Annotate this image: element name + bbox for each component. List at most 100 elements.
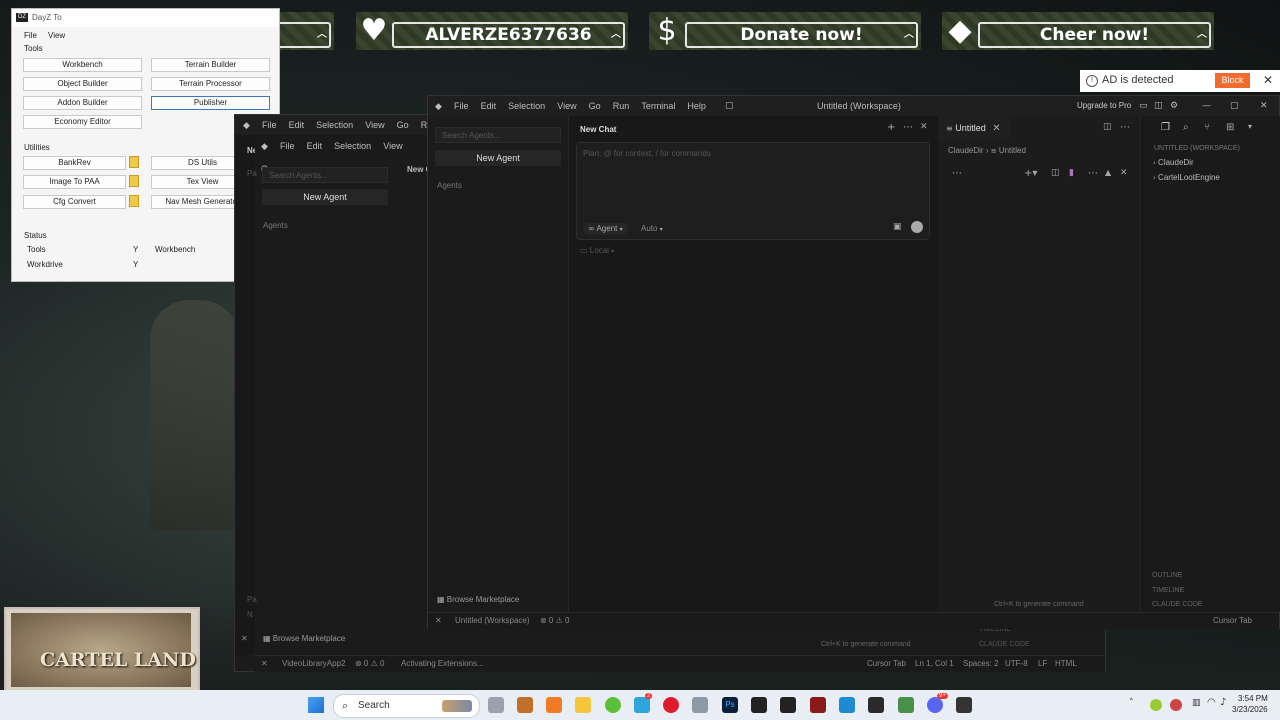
close-panel-icon[interactable]: ✕	[1120, 168, 1128, 178]
panel-icon[interactable]: ◫	[1154, 96, 1163, 116]
vscode-icon[interactable]	[839, 697, 855, 713]
menu-file[interactable]: File	[24, 31, 37, 40]
nested-menu-file[interactable]: File	[280, 141, 295, 151]
clock-time[interactable]: 3:54 PM	[1238, 694, 1268, 703]
cursor-app-icon[interactable]	[868, 697, 884, 713]
app-icon-1[interactable]	[517, 697, 533, 713]
explorer-chevron-icon[interactable]: ▾	[1248, 122, 1252, 131]
front-remote-icon[interactable]: ✕	[435, 613, 442, 629]
front-menu-edit[interactable]: Edit	[481, 101, 497, 111]
maximize-icon[interactable]: ▢	[1230, 96, 1239, 116]
new-agent-button[interactable]: New Agent	[435, 150, 561, 166]
back-browse-marketplace[interactable]: ▦ Browse Marketplace	[263, 634, 345, 643]
app-icon-5[interactable]	[898, 697, 914, 713]
back-menu-selection[interactable]: Selection	[316, 120, 353, 130]
tray-network-icon[interactable]: ▥	[1192, 698, 1201, 708]
file-explorer-icon[interactable]	[575, 697, 591, 713]
panel-more-icon[interactable]: ⋯	[952, 168, 962, 179]
front-menu-file[interactable]: File	[454, 101, 469, 111]
image-to-paa-folder-icon[interactable]	[129, 175, 139, 187]
toggle-sidebar-icon[interactable]: ▢	[725, 96, 734, 116]
breadcrumb-claudedir[interactable]: ClaudeDir	[948, 146, 984, 155]
trash-icon[interactable]: ▮	[1069, 168, 1074, 178]
dzl-icon[interactable]	[810, 697, 826, 713]
close-window-icon[interactable]: ✕	[1260, 96, 1268, 116]
nested-menu-edit[interactable]: Edit	[307, 141, 323, 151]
upgrade-to-pro-link[interactable]: Upgrade to Pro	[1077, 96, 1131, 116]
back-remote-icon[interactable]: ✕	[261, 656, 268, 672]
back-status-cursor-tab[interactable]: Cursor Tab	[867, 656, 906, 672]
model-select[interactable]: Auto ▾	[641, 223, 663, 236]
front-status-cursor-tab[interactable]: Cursor Tab	[1213, 613, 1252, 629]
minimize-icon[interactable]: —	[1202, 96, 1211, 116]
cfg-convert-folder-icon[interactable]	[129, 195, 139, 207]
dayz-icon-2[interactable]	[780, 697, 796, 713]
front-menu-terminal[interactable]: Terminal	[641, 101, 675, 111]
source-control-icon[interactable]: ⑂	[1204, 122, 1210, 133]
nested-menu-view[interactable]: View	[383, 141, 402, 151]
image-attach-icon[interactable]: ▣	[893, 222, 902, 232]
task-view-icon[interactable]	[488, 697, 504, 713]
terminal-icon[interactable]	[956, 697, 972, 713]
ad-close-icon[interactable]: ✕	[1263, 73, 1273, 87]
back-new-agent-button[interactable]: New Agent	[262, 189, 388, 205]
ad-block-button[interactable]: Block	[1215, 73, 1250, 88]
addon-builder-button[interactable]: Addon Builder	[23, 96, 142, 110]
terminal-more-icon[interactable]: ⋯	[1088, 168, 1098, 179]
app-icon-4[interactable]	[692, 697, 708, 713]
image-to-paa-button[interactable]: Image To PAA	[23, 175, 126, 189]
telegram-icon[interactable]	[634, 697, 650, 713]
clock-date[interactable]: 3/23/2026	[1232, 705, 1268, 714]
explorer-workspace-header[interactable]: UNTITLED (WORKSPACE)	[1154, 145, 1240, 152]
claude-code-header[interactable]: CLAUDE CODE	[1152, 601, 1203, 608]
settings-gear-icon[interactable]: ⚙	[1170, 96, 1178, 116]
tab-close-icon[interactable]: ✕	[992, 117, 1000, 141]
chat-composer[interactable]: Plan, @ for context, / for commands ∞ Ag…	[576, 142, 930, 240]
start-button-icon[interactable]	[308, 697, 324, 713]
back-status-project[interactable]: VideoLibraryApp2	[282, 656, 345, 672]
tray-app-icon-2[interactable]	[1170, 699, 1182, 711]
terrain-processor-button[interactable]: Terrain Processor	[151, 77, 270, 91]
tray-app-icon-1[interactable]	[1150, 699, 1162, 711]
split-editor-icon[interactable]: ◫	[1103, 122, 1112, 132]
bankrev-button[interactable]: BankRev	[23, 156, 126, 170]
editor-more-icon[interactable]: ⋯	[1120, 122, 1130, 133]
front-menu-help[interactable]: Help	[687, 101, 706, 111]
back-menu-go[interactable]: Go	[397, 120, 409, 130]
split-terminal-icon[interactable]: ◫	[1051, 168, 1060, 178]
timeline-header[interactable]: TIMELINE	[1152, 587, 1184, 594]
bankrev-folder-icon[interactable]	[129, 156, 139, 168]
back-menu-edit[interactable]: Edit	[289, 120, 305, 130]
layout-icon[interactable]: ▭	[1139, 96, 1148, 116]
app-icon-3[interactable]	[605, 697, 621, 713]
terrain-builder-button[interactable]: Terrain Builder	[151, 58, 270, 72]
back-status-language[interactable]: HTML	[1055, 656, 1077, 672]
agent-search-input[interactable]: Search Agents...	[435, 127, 561, 143]
photoshop-icon[interactable]: Ps	[722, 697, 738, 713]
maximize-panel-icon[interactable]: ▲	[1105, 168, 1111, 177]
nested-menu-selection[interactable]: Selection	[334, 141, 371, 151]
back-menu-file[interactable]: File	[262, 120, 277, 130]
explorer-files-icon[interactable]: ❐	[1161, 122, 1170, 133]
local-selector[interactable]: ▭ Local ▾	[580, 246, 614, 255]
publisher-button[interactable]: Publisher	[151, 96, 270, 110]
extensions-icon[interactable]: ⊞	[1226, 122, 1234, 133]
tray-wifi-icon[interactable]: ◠	[1207, 697, 1216, 708]
front-menu-selection[interactable]: Selection	[508, 101, 545, 111]
new-terminal-plus-icon[interactable]: +▾	[1024, 168, 1037, 179]
front-status-problems[interactable]: ⊗ 0 ⚠ 0	[540, 613, 569, 629]
voice-input-icon[interactable]	[911, 221, 923, 233]
explorer-item-claudedir[interactable]: › ClaudeDir	[1153, 158, 1194, 167]
discord-icon[interactable]	[927, 697, 943, 713]
explorer-item-cartellootengine[interactable]: › CartelLootEngine	[1153, 173, 1220, 182]
new-chat-plus-icon[interactable]: +	[887, 122, 895, 133]
back-status-encoding[interactable]: UTF-8	[1005, 656, 1028, 672]
outline-header[interactable]: OUTLINE	[1152, 572, 1182, 579]
front-menu-view[interactable]: View	[557, 101, 576, 111]
menu-view[interactable]: View	[48, 31, 65, 40]
breadcrumb-untitled[interactable]: Untitled	[999, 146, 1026, 155]
back-close-x-icon[interactable]: ✕	[241, 634, 248, 643]
tray-chevron-icon[interactable]: ˄	[1129, 698, 1134, 708]
app-icon-2[interactable]	[546, 697, 562, 713]
back-status-problems[interactable]: ⊗ 0 ⚠ 0	[355, 656, 384, 672]
